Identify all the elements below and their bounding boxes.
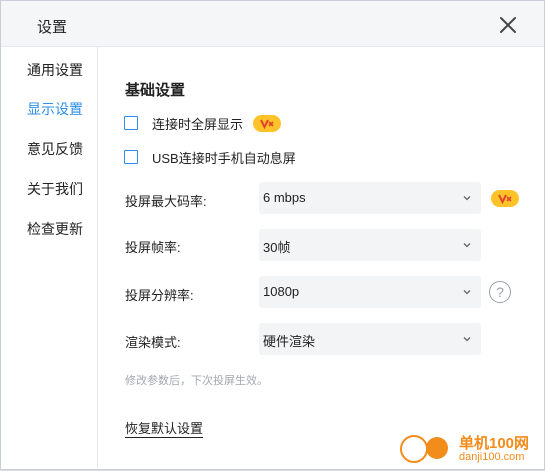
framerate-value: 30帧 [263, 240, 291, 255]
resolution-label: 投屏分辨率: [125, 288, 194, 303]
sidebar-item-general[interactable]: 通用设置 [27, 59, 91, 81]
usb-screen-off-option: USB连接时手机自动息屏 [124, 148, 296, 166]
question-circle-icon[interactable]: ? [489, 281, 511, 303]
usb-screen-off-checkbox[interactable] [124, 150, 138, 164]
sidebar-item-display[interactable]: 显示设置 [27, 98, 91, 120]
resolution-select[interactable]: 1080p [259, 276, 481, 308]
watermark-logo: 单机100网 danji100.com [396, 429, 545, 471]
chevron-down-icon [463, 243, 471, 248]
chevron-down-icon [463, 196, 471, 201]
watermark-name: 单机100网 [459, 435, 530, 452]
watermark-dot-icon [426, 437, 448, 459]
render-mode-label: 渲染模式: [125, 335, 181, 350]
sidebar-item-update[interactable]: 检查更新 [27, 218, 91, 240]
sidebar-item-feedback[interactable]: 意见反馈 [27, 138, 91, 160]
render-mode-value: 硬件渲染 [263, 334, 316, 349]
bitrate-select[interactable]: 6 mbps [259, 182, 481, 214]
chevron-down-icon [463, 290, 471, 295]
sidebar-item-about[interactable]: 关于我们 [27, 178, 91, 200]
bitrate-label: 投屏最大码率: [125, 194, 207, 209]
chevron-down-icon [463, 337, 471, 342]
reset-defaults-link[interactable]: 恢复默认设置 [125, 418, 203, 437]
sidebar: 通用设置 显示设置 意见反馈 关于我们 检查更新 [1, 47, 98, 469]
watermark-url: danji100.com [459, 451, 525, 463]
settings-window: 设置 通用设置 显示设置 意见反馈 关于我们 检查更新 基础设置 连接时全屏显示… [0, 0, 545, 470]
close-icon[interactable] [497, 14, 519, 36]
framerate-select[interactable]: 30帧 [259, 229, 481, 261]
framerate-label: 投屏帧率: [125, 240, 181, 255]
vip-badge-icon [253, 114, 282, 132]
title-bar: 设置 [1, 1, 544, 47]
window-title: 设置 [37, 19, 68, 36]
vip-badge-icon [491, 190, 519, 207]
resolution-value: 1080p [263, 284, 300, 299]
fullscreen-checkbox[interactable] [124, 116, 138, 130]
usb-screen-off-label: USB连接时手机自动息屏 [152, 150, 296, 166]
watermark-ring-icon [400, 435, 428, 463]
bitrate-value: 6 mbps [263, 190, 306, 205]
section-title: 基础设置 [125, 82, 186, 99]
display-settings-panel: 基础设置 连接时全屏显示 USB连接时手机自动息屏 投屏最大码率: 6 mbps… [99, 47, 544, 469]
fullscreen-label: 连接时全屏显示 [152, 116, 244, 132]
render-mode-select[interactable]: 硬件渲染 [259, 323, 481, 355]
apply-hint: 修改参数后，下次投屏生效。 [125, 375, 268, 387]
fullscreen-option: 连接时全屏显示 [124, 114, 282, 132]
